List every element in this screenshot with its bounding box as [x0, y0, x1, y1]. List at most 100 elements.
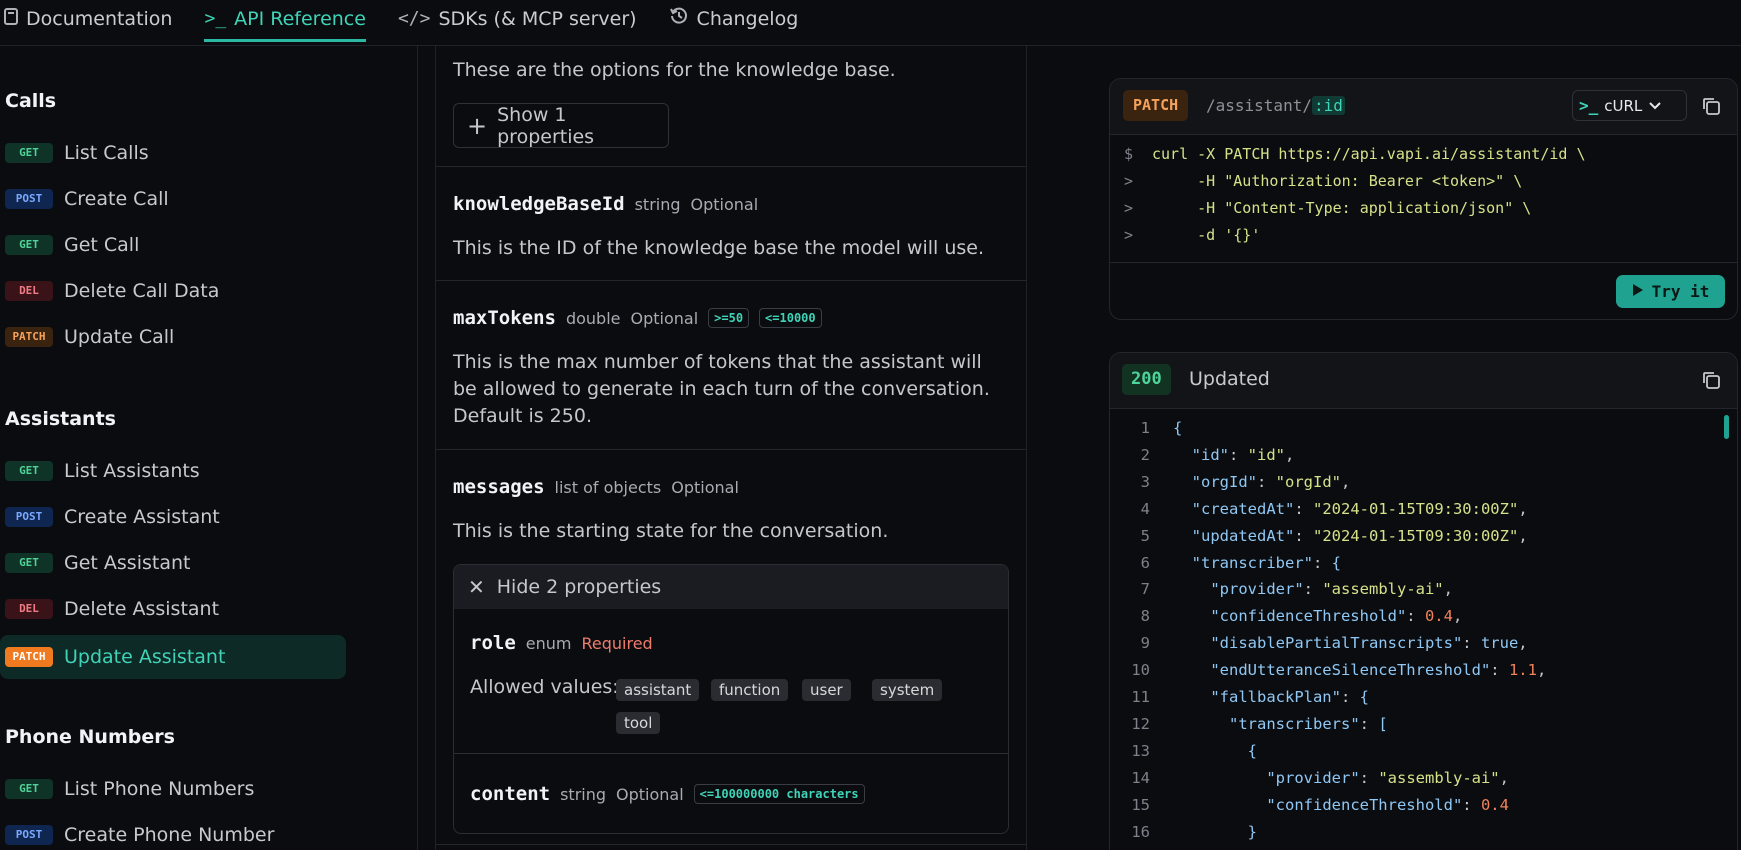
- endpoint-path: /assistant/:id: [1206, 96, 1345, 115]
- tab-changelog[interactable]: Changelog: [669, 0, 798, 41]
- param-maxtokens: maxTokens double Optional >=50 <=10000: [453, 307, 822, 329]
- status-badge: 200: [1122, 364, 1171, 395]
- json-value: 1.1: [1508, 661, 1537, 680]
- sidebar-item-update-assistant[interactable]: PATCH Update Assistant: [0, 635, 346, 679]
- sidebar-item-label: Update Call: [64, 326, 175, 348]
- try-it-button[interactable]: Try it: [1616, 275, 1725, 308]
- line-number: 15: [1131, 795, 1150, 814]
- sidebar-item-create-call[interactable]: POST Create Call: [0, 177, 346, 221]
- sidebar-item-label: Delete Assistant: [64, 598, 220, 620]
- line-number: 8: [1140, 607, 1150, 626]
- response-json: 1{2 "id": "id", 3 "orgId": "orgId", 4 "cre…: [1110, 409, 1737, 849]
- language-label: cURL: [1604, 96, 1643, 115]
- sidebar-item-delete-call-data[interactable]: DEL Delete Call Data: [0, 269, 346, 313]
- method-badge: GET: [5, 553, 53, 573]
- max-constraint-chip: <=10000: [759, 308, 822, 328]
- show-properties-button[interactable]: + Show 1 properties: [453, 103, 669, 148]
- json-line: 11 "fallbackPlan": {: [1110, 684, 1369, 711]
- hide-properties-button[interactable]: ✕ Hide 2 properties: [454, 565, 1008, 609]
- terminal-icon: >_: [204, 8, 227, 29]
- chevron-down-icon: [1648, 97, 1662, 115]
- param-name: maxTokens: [453, 307, 556, 329]
- json-key: "transcribers": [1229, 714, 1360, 733]
- status-label: Updated: [1189, 368, 1270, 390]
- tab-api-reference[interactable]: >_ API Reference: [204, 0, 367, 42]
- nested-properties-card: ✕ Hide 2 properties role enum Required A…: [453, 564, 1009, 834]
- enum-value-chip: tool: [616, 712, 661, 734]
- json-key: "provider": [1266, 768, 1360, 787]
- method-badge: DEL: [5, 599, 53, 619]
- sidebar-item-get-assistant[interactable]: GET Get Assistant: [0, 541, 346, 585]
- line-number: 2: [1140, 445, 1150, 464]
- copy-icon[interactable]: [1701, 370, 1721, 390]
- code-icon: </>: [397, 8, 431, 29]
- json-line: 15 "confidenceThreshold": 0.4: [1110, 792, 1509, 819]
- language-select[interactable]: >_ cURL: [1572, 90, 1687, 121]
- method-badge: POST: [5, 189, 53, 209]
- json-value: "2024-01-15T09:30:00Z": [1313, 526, 1519, 545]
- request-header: PATCH /assistant/:id >_ cURL: [1110, 79, 1737, 135]
- try-it-label: Try it: [1651, 282, 1710, 301]
- plus-icon: +: [467, 111, 488, 140]
- sidebar-item-label: Create Call: [64, 188, 169, 210]
- tab-label: Documentation: [26, 7, 173, 30]
- response-header: 200 Updated: [1110, 353, 1737, 409]
- param-name: role: [470, 632, 516, 654]
- code-line: > -H "Authorization: Bearer <token>" \: [1124, 172, 1523, 190]
- sidebar-item-update-call[interactable]: PATCH Update Call: [0, 315, 346, 359]
- path-variable: :id: [1311, 96, 1345, 115]
- tab-sdks[interactable]: </> SDKs (& MCP server): [398, 0, 637, 41]
- sidebar-item-delete-assistant[interactable]: DEL Delete Assistant: [0, 587, 346, 631]
- hide-properties-label: Hide 2 properties: [496, 576, 662, 598]
- method-badge: GET: [5, 461, 53, 481]
- line-number: 10: [1131, 661, 1150, 680]
- code-line: > -d '{}': [1124, 226, 1261, 244]
- param-name: content: [470, 783, 551, 805]
- sidebar-item-label: Delete Call Data: [64, 280, 220, 302]
- terminal-icon: >_: [1579, 96, 1599, 115]
- sidebar-item-get-call[interactable]: GET Get Call: [0, 223, 346, 267]
- json-key: "confidenceThreshold": [1266, 795, 1463, 814]
- sidebar-item-label: Create Assistant: [64, 506, 220, 528]
- param-description: This is the max number of tokens that th…: [453, 351, 990, 427]
- json-key: "endUtteranceSilenceThreshold": [1210, 661, 1491, 680]
- sidebar-item-label: Get Call: [64, 234, 140, 256]
- json-line: 4 "createdAt": "2024-01-15T09:30:00Z",: [1110, 496, 1528, 523]
- sidebar-item-create-phone-number[interactable]: POST Create Phone Number: [0, 813, 346, 850]
- json-key: "orgId": [1191, 472, 1257, 491]
- json-line: 2 "id": "id",: [1110, 442, 1295, 469]
- play-icon: [1632, 282, 1644, 301]
- json-key: "fallbackPlan": [1210, 688, 1341, 706]
- json-value: 0.4: [1424, 607, 1453, 626]
- sidebar-item-label: Update Assistant: [64, 646, 226, 668]
- sidebar-item-list-phone-numbers[interactable]: GET List Phone Numbers: [0, 767, 346, 811]
- divider: [454, 753, 1008, 754]
- tab-documentation[interactable]: Documentation: [4, 0, 172, 41]
- sidebar-item-list-calls[interactable]: GET List Calls: [0, 131, 346, 175]
- sidebar-item-list-assistants[interactable]: GET List Assistants: [0, 449, 346, 493]
- param-type: enum: [525, 633, 572, 653]
- json-line: 10 "endUtteranceSilenceThreshold": 1.1,: [1110, 657, 1546, 684]
- sidebar-item-create-assistant[interactable]: POST Create Assistant: [0, 495, 346, 539]
- scrollbar-thumb[interactable]: [1724, 415, 1729, 439]
- tab-label: API Reference: [234, 7, 366, 30]
- json-value: "2024-01-15T09:30:00Z": [1313, 499, 1519, 518]
- param-messages: messages list of objects Optional: [453, 476, 739, 498]
- json-key: "id": [1191, 445, 1229, 464]
- divider: [436, 449, 1026, 450]
- top-nav: Documentation >_ API Reference </> SDKs …: [0, 0, 1741, 46]
- line-number: 6: [1140, 553, 1150, 572]
- method-badge: GET: [5, 235, 53, 255]
- param-description: This is the starting state for the conve…: [453, 520, 889, 542]
- copy-icon[interactable]: [1701, 96, 1721, 116]
- json-value: "id": [1247, 445, 1285, 464]
- json-line: 9 "disablePartialTranscripts": true,: [1110, 630, 1528, 657]
- min-constraint-chip: >=50: [708, 308, 750, 328]
- line-number: 13: [1131, 741, 1150, 760]
- method-badge: PATCH: [5, 647, 53, 667]
- param-name: knowledgeBaseId: [453, 193, 625, 215]
- json-line: 6 "transcriber": {: [1110, 550, 1341, 577]
- json-line: 14 "provider": "assembly-ai",: [1110, 765, 1509, 792]
- line-number: 12: [1131, 714, 1150, 733]
- tab-label: SDKs (& MCP server): [438, 7, 637, 30]
